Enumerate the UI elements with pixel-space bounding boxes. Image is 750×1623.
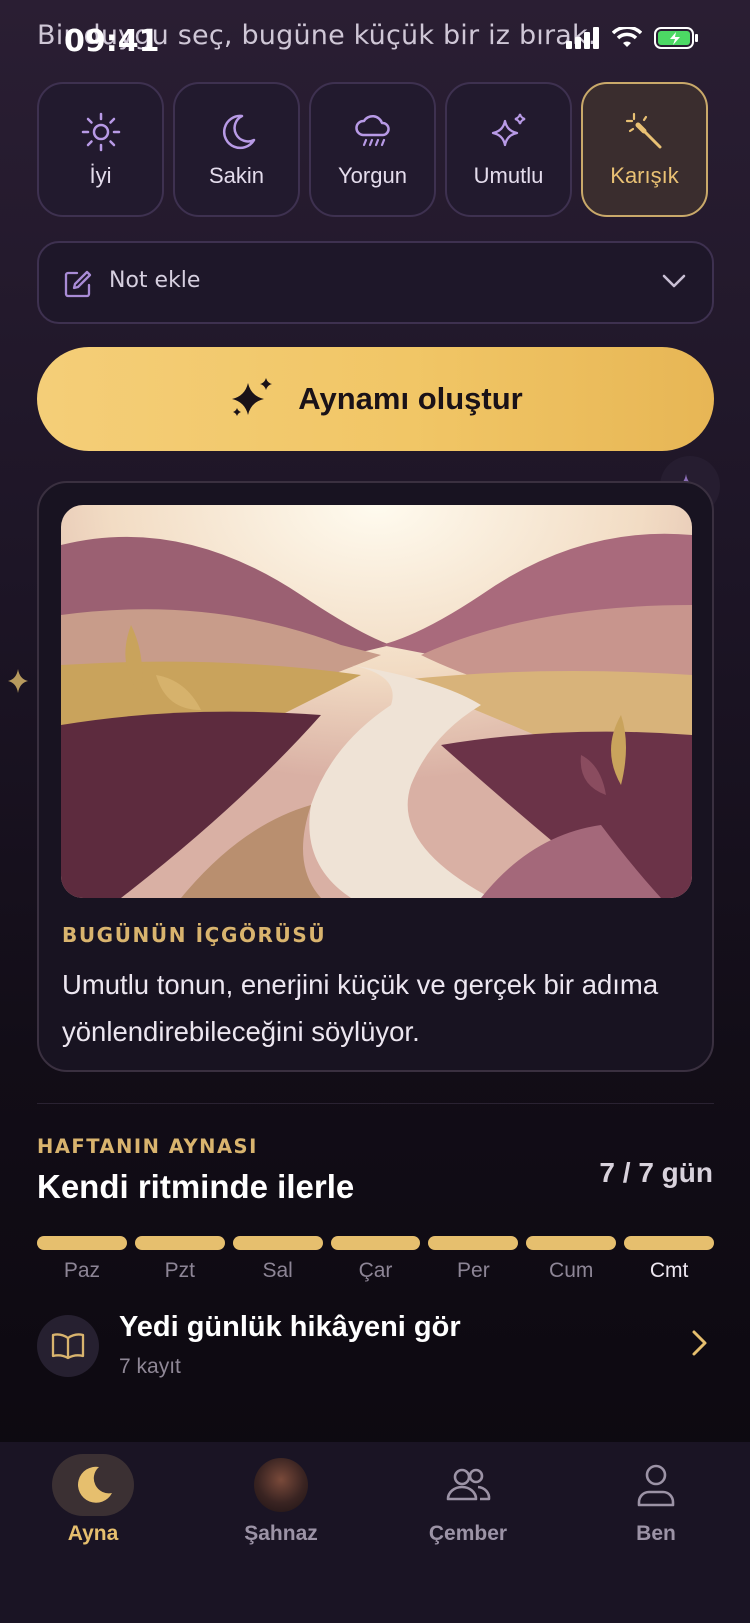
chevron-down-icon	[662, 274, 686, 288]
mood-label: Umutlu	[473, 162, 544, 188]
chevron-right-icon	[692, 1330, 707, 1356]
tab-label: Ayna	[67, 1522, 119, 1545]
day-progress-bar	[232, 1236, 323, 1250]
tab-ayna[interactable]: Ayna	[13, 1454, 173, 1546]
day-progress-bar	[428, 1236, 519, 1250]
week-progress-bars	[37, 1236, 715, 1250]
person-icon	[636, 1454, 676, 1516]
story-title: Yedi günlük hikâyeni gör	[119, 1311, 461, 1343]
day-label: Çar	[358, 1259, 393, 1282]
create-mirror-button[interactable]: Aynamı oluştur	[37, 347, 714, 451]
bottom-tab-bar: Ayna Şahnaz Çember Ben	[0, 1442, 750, 1623]
mood-option-iyi[interactable]: İyi	[37, 82, 164, 217]
day-progress-bar	[330, 1236, 421, 1250]
tab-sahnaz[interactable]: Şahnaz	[201, 1454, 361, 1546]
day-label-today: Cmt	[649, 1259, 689, 1282]
battery-icon	[654, 27, 698, 49]
day-progress-bar	[134, 1236, 225, 1250]
day-label: Pzt	[164, 1259, 195, 1282]
create-mirror-label: Aynamı oluştur	[298, 381, 523, 416]
tab-label: Şahnaz	[244, 1522, 318, 1545]
day-label: Sal	[262, 1259, 293, 1282]
moon-icon	[222, 114, 255, 149]
seven-day-story-row[interactable]: Yedi günlük hikâyeni gör 7 kayıt	[37, 1301, 714, 1391]
sparkles-icon	[232, 378, 273, 416]
day-progress-bar	[37, 1236, 127, 1250]
tab-label: Ben	[636, 1522, 676, 1545]
week-progress-count: 7 / 7 gün	[599, 1157, 713, 1188]
mood-label: Yorgun	[338, 162, 407, 188]
add-note-dropdown[interactable]: Not ekle	[37, 241, 714, 324]
insight-card[interactable]: BUGÜNÜN İÇGÖRÜSÜ Umutlu tonun, enerjini …	[37, 481, 714, 1072]
tab-cember[interactable]: Çember	[388, 1454, 548, 1546]
tab-ben[interactable]: Ben	[576, 1454, 736, 1546]
tab-label: Çember	[428, 1522, 508, 1545]
sparkle-decoration-icon	[8, 669, 28, 693]
mood-option-umutlu[interactable]: Umutlu	[445, 82, 572, 217]
day-progress-bar	[526, 1236, 617, 1250]
magic-wand-icon	[625, 112, 661, 148]
mood-option-sakin[interactable]: Sakin	[173, 82, 300, 217]
status-time: 09:41	[64, 24, 160, 59]
status-icons	[566, 26, 700, 50]
landscape-illustration	[61, 505, 692, 898]
story-subtitle: 7 kayıt	[119, 1355, 181, 1378]
avatar	[254, 1458, 308, 1512]
day-label: Cum	[549, 1259, 594, 1282]
mood-label: Sakin	[208, 162, 265, 188]
sparkles-icon	[491, 113, 525, 146]
insight-text: Umutlu tonun, enerjini küçük ve gerçek b…	[62, 969, 659, 1047]
edit-note-icon	[64, 270, 92, 298]
week-day-labels: Paz Pzt Sal Çar Per Cum Cmt	[37, 1259, 714, 1283]
mood-label: Karışık	[610, 162, 679, 188]
section-divider	[37, 1103, 714, 1104]
week-title: Kendi ritminde ilerle	[37, 1168, 355, 1205]
day-label: Paz	[63, 1259, 101, 1282]
sun-icon	[81, 112, 120, 151]
signal-icon	[566, 27, 599, 49]
mood-option-karisik[interactable]: Karışık	[581, 82, 708, 217]
add-note-label: Not ekle	[109, 268, 201, 293]
mood-label: İyi	[89, 162, 112, 188]
day-progress-bar	[624, 1236, 715, 1250]
book-icon	[37, 1315, 99, 1377]
group-icon	[444, 1454, 492, 1516]
moon-icon	[52, 1454, 134, 1516]
mood-option-yorgun[interactable]: Yorgun	[309, 82, 436, 217]
rain-cloud-icon	[354, 114, 390, 146]
day-label: Per	[457, 1259, 490, 1282]
insight-heading: BUGÜNÜN İÇGÖRÜSÜ	[62, 923, 327, 947]
week-heading: HAFTANIN AYNASI	[37, 1135, 258, 1158]
mood-selector: İyi Sakin Yorgun Umutlu Karışık	[37, 82, 714, 217]
wifi-icon	[612, 27, 642, 47]
